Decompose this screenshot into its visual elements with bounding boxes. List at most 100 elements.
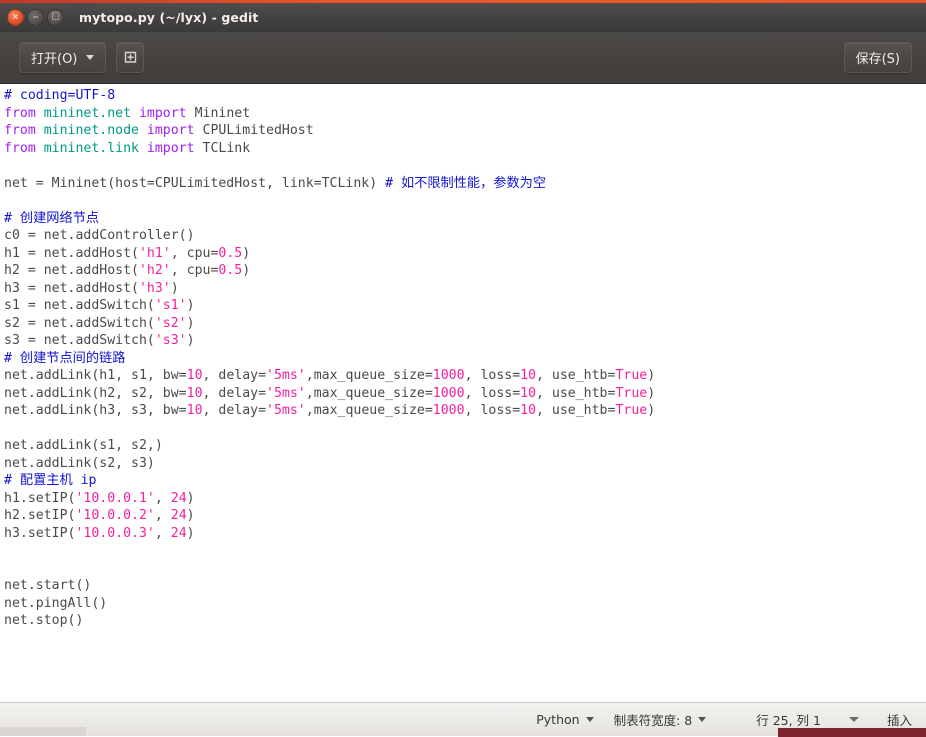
code-token: '10.0.0.3' bbox=[75, 525, 155, 541]
code-token: 1000 bbox=[432, 368, 465, 383]
window-title: mytopo.py (~/lyx) - gedit bbox=[79, 10, 259, 25]
title-bar: ✕ − □ mytopo.py (~/lyx) - gedit bbox=[0, 0, 926, 32]
code-token: net.addLink(h3, s3, bw= bbox=[4, 403, 187, 418]
code-line: # 配置主机 ip bbox=[4, 472, 926, 490]
code-token: ) bbox=[186, 525, 195, 541]
close-button[interactable]: ✕ bbox=[7, 9, 24, 26]
code-line: net.addLink(h1, s1, bw=10, delay='5ms',m… bbox=[4, 367, 926, 385]
code-token: , loss= bbox=[464, 368, 521, 383]
code-token: ) bbox=[170, 280, 179, 296]
code-token: 's2' bbox=[154, 315, 187, 331]
chevron-down-icon bbox=[698, 717, 707, 722]
minimize-button[interactable]: − bbox=[27, 9, 44, 26]
code-token: 10 bbox=[520, 385, 537, 401]
code-token: 24 bbox=[170, 508, 187, 523]
code-token: mininet.net bbox=[43, 105, 139, 121]
code-token: net.addLink(h2, s2, bw= bbox=[4, 385, 187, 401]
code-token: ) bbox=[186, 298, 195, 313]
insert-mode-indicator[interactable]: 插入 bbox=[887, 710, 912, 729]
code-token: # 创建节点间的链路 bbox=[4, 350, 126, 366]
chevron-down-icon[interactable] bbox=[848, 717, 859, 722]
code-token: c0 = net.addController() bbox=[4, 228, 195, 243]
code-token: , cpu= bbox=[170, 263, 219, 278]
code-token: , loss= bbox=[464, 403, 521, 418]
code-line: net.start() bbox=[4, 577, 926, 595]
code-line: c0 = net.addController() bbox=[4, 227, 926, 245]
code-token: mininet.link bbox=[43, 140, 147, 156]
code-line: h1 = net.addHost('h1', cpu=0.5) bbox=[4, 245, 926, 263]
code-token: from bbox=[4, 123, 44, 138]
code-token: ) bbox=[186, 508, 195, 523]
language-selector[interactable]: Python bbox=[536, 712, 594, 727]
code-token: 24 bbox=[170, 490, 187, 506]
code-token: 1000 bbox=[432, 403, 465, 418]
open-button[interactable]: 打开(O) bbox=[19, 42, 107, 73]
code-token: s3 = net.addSwitch( bbox=[4, 333, 155, 348]
toolbar: 打开(O) 保存(S) bbox=[0, 32, 926, 84]
new-document-button[interactable] bbox=[116, 42, 145, 73]
code-token: '10.0.0.1' bbox=[75, 490, 155, 506]
code-token: '5ms' bbox=[266, 403, 306, 418]
code-token: , use_htb= bbox=[536, 403, 616, 418]
code-line: net.addLink(h3, s3, bw=10, delay='5ms',m… bbox=[4, 402, 926, 420]
code-line: from mininet.link import TCLink bbox=[4, 140, 926, 158]
code-line: h2 = net.addHost('h2', cpu=0.5) bbox=[4, 262, 926, 280]
code-token: net.addLink(s1, s2,) bbox=[4, 438, 163, 453]
code-line: net.pingAll() bbox=[4, 595, 926, 613]
code-token: h3 = net.addHost( bbox=[4, 280, 139, 296]
code-line: h1.setIP('10.0.0.1', 24) bbox=[4, 490, 926, 508]
code-token: mininet.node bbox=[43, 123, 147, 138]
cursor-position: 行 25, 列 1 bbox=[756, 710, 859, 729]
code-token: # coding=UTF-8 bbox=[4, 88, 116, 103]
code-token: h2 = net.addHost( bbox=[4, 263, 139, 278]
code-line: s3 = net.addSwitch('s3') bbox=[4, 332, 926, 350]
maximize-icon: □ bbox=[51, 11, 60, 22]
code-token: net.addLink(h1, s1, bw= bbox=[4, 368, 187, 383]
code-token: net.addLink(s2, s3) bbox=[4, 455, 155, 471]
code-token: ,max_queue_size= bbox=[305, 385, 433, 401]
code-token: ) bbox=[647, 403, 656, 418]
code-token: # 创建网络节点 bbox=[4, 210, 100, 226]
code-token: net.stop() bbox=[4, 613, 84, 628]
code-token: 's3' bbox=[154, 333, 187, 348]
close-icon: ✕ bbox=[12, 12, 19, 21]
cursor-position-label: 行 25, 列 1 bbox=[756, 713, 821, 728]
save-button[interactable]: 保存(S) bbox=[843, 42, 912, 73]
code-line: net.addLink(s1, s2,) bbox=[4, 437, 926, 455]
code-line: net.addLink(s2, s3) bbox=[4, 455, 926, 473]
code-token: 'h1' bbox=[138, 245, 171, 261]
code-token: , bbox=[154, 525, 171, 541]
code-token: 24 bbox=[170, 525, 187, 541]
code-line: net.stop() bbox=[4, 612, 926, 630]
code-line: h3.setIP('10.0.0.3', 24) bbox=[4, 525, 926, 543]
maximize-button[interactable]: □ bbox=[47, 9, 64, 26]
code-token: 0.5 bbox=[218, 263, 243, 278]
code-token: 10 bbox=[186, 403, 203, 418]
tab-width-selector[interactable]: 制表符宽度: 8 bbox=[614, 710, 707, 729]
window-controls: ✕ − □ bbox=[0, 9, 64, 26]
code-token: # 配置主机 ip bbox=[4, 473, 97, 488]
code-token: CPULimitedHost bbox=[202, 123, 314, 138]
code-token: ) bbox=[647, 368, 656, 383]
code-token: # 如不限制性能，参数为空 bbox=[385, 175, 547, 191]
code-token: ) bbox=[242, 263, 251, 278]
status-bar: Python 制表符宽度: 8 行 25, 列 1 插入 bbox=[0, 702, 926, 737]
code-token: 1000 bbox=[432, 385, 465, 401]
code-line: h3 = net.addHost('h3') bbox=[4, 280, 926, 298]
code-token: 10 bbox=[186, 385, 203, 401]
editor-area[interactable]: # coding=UTF-8 from mininet.net import Mi… bbox=[0, 84, 926, 702]
save-button-label: 保存(S) bbox=[855, 52, 900, 67]
code-line: net = Mininet(host=CPULimitedHost, link=… bbox=[4, 175, 926, 193]
source-code[interactable]: # coding=UTF-8 from mininet.net import Mi… bbox=[2, 87, 926, 630]
new-document-icon bbox=[124, 51, 137, 63]
insert-mode-label: 插入 bbox=[886, 713, 912, 728]
code-token: , use_htb= bbox=[536, 368, 616, 383]
language-label: Python bbox=[536, 712, 580, 727]
code-line: h2.setIP('10.0.0.2', 24) bbox=[4, 507, 926, 525]
code-line: from mininet.node import CPULimitedHost bbox=[4, 122, 926, 140]
code-token: 'h3' bbox=[138, 280, 171, 296]
code-token: ) bbox=[186, 490, 195, 506]
code-token: 0.5 bbox=[218, 245, 243, 261]
